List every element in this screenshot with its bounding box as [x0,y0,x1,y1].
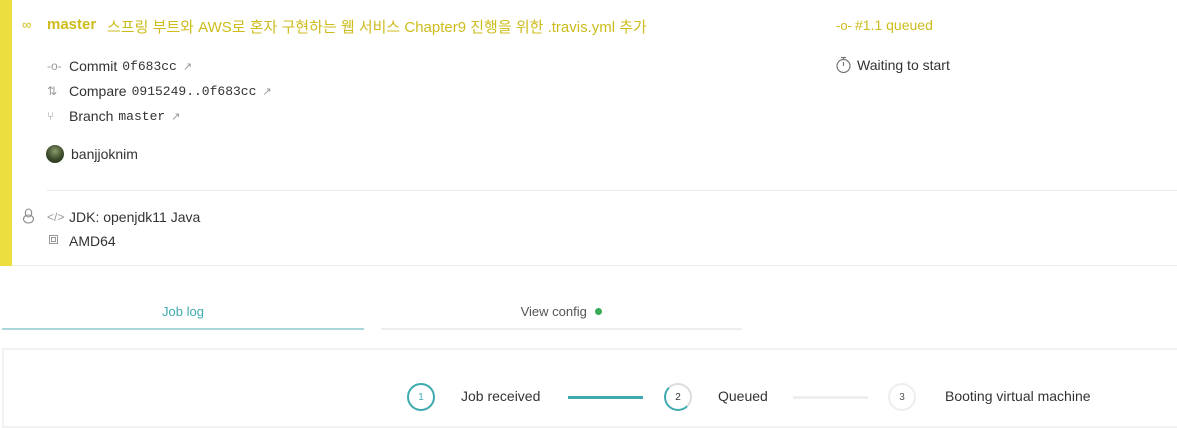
status-stripe [0,0,12,266]
author-row: banjjoknim [46,145,138,163]
tab-active-underline [2,328,364,330]
divider [47,190,1177,191]
commit-message: 스프링 부트와 AWS로 혼자 구현하는 웹 서비스 Chapter9 진행을 … [107,19,647,36]
avatar [46,145,64,163]
status-text: Waiting to start [857,57,950,73]
job-number-icon: -o- [836,18,852,33]
job-progress-panel: 1 Job received 2 Queued 3 Booting virtua… [2,348,1177,428]
step-3-label: Booting virtual machine [945,388,1091,404]
compare-row[interactable]: ⇅ Compare 0915249..0f683cc ↗ [47,83,272,99]
step-3-indicator: 3 [888,383,916,411]
job-header-card: ∞ master 스프링 부트와 AWS로 혼자 구현하는 웹 서비스 Chap… [0,0,1177,266]
config-status-dot [595,308,603,315]
stopwatch-icon [835,56,852,77]
compare-label: Compare [69,83,127,99]
arch-row: AMD64 [47,233,116,249]
compare-icon: ⇅ [47,84,58,98]
step-1-label: Job received [461,388,541,404]
compare-range[interactable]: 0915249..0f683cc [132,84,257,99]
git-branch-icon: ⑂ [47,109,55,123]
linux-icon [22,208,35,227]
branch-label: Branch [69,108,114,124]
step-2-label: Queued [718,388,768,404]
job-number: #1.1 queued [855,17,933,33]
author-name: banjjoknim [71,146,138,162]
commit-icon: -o- [47,59,62,73]
tab-view-config[interactable]: View config [381,298,742,330]
code-icon: </> [47,210,65,224]
commit-sha[interactable]: 0f683cc [122,59,177,74]
tab-job-log-label: Job log [162,304,204,319]
jdk-info: JDK: openjdk11 Java [69,209,201,225]
external-link-icon[interactable]: ↗ [183,60,192,73]
tab-view-config-label: View config [520,304,587,319]
step-connector-1 [568,396,643,399]
external-link-icon[interactable]: ↗ [262,85,271,98]
arch-info: AMD64 [69,233,116,249]
language-row: </> JDK: openjdk11 Java [47,209,200,225]
step-2-indicator: 2 [664,383,692,411]
branch-name[interactable]: master [47,16,96,33]
branch-row[interactable]: ⑂ Branch master ↗ [47,108,180,124]
cpu-icon [47,233,69,249]
commit-row[interactable]: -o- Commit 0f683cc ↗ [47,58,192,74]
branch-icon-infinity: ∞ [22,17,31,32]
tab-job-log[interactable]: Job log [2,298,364,330]
tab-underline [381,328,742,330]
branch-value[interactable]: master [118,109,165,124]
commit-label: Commit [69,58,118,74]
step-connector-2 [793,396,868,399]
step-1-indicator: 1 [407,383,435,411]
external-link-icon[interactable]: ↗ [171,110,180,123]
